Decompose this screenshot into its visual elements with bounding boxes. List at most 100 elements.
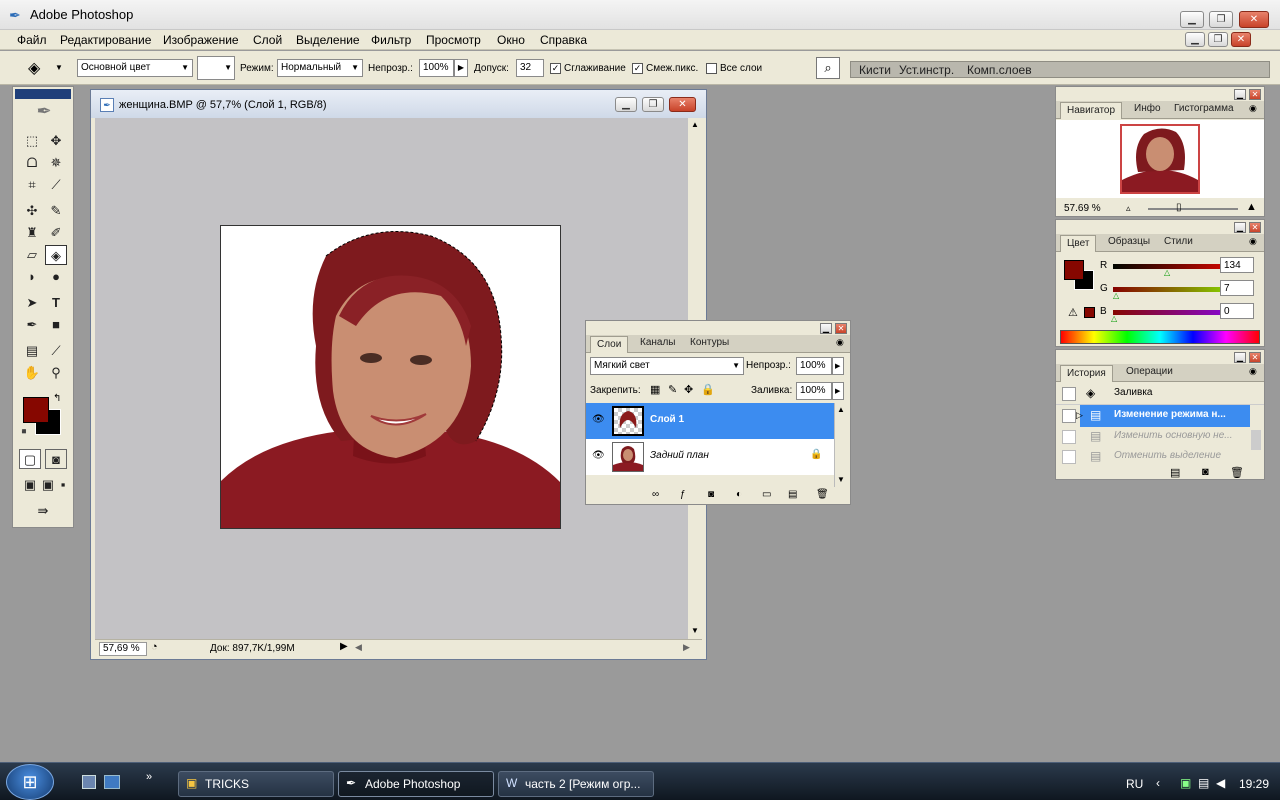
panel-menu-icon[interactable]: ◉ (1249, 236, 1257, 247)
well-tab-tool-presets[interactable]: Уст.инстр. (899, 63, 954, 77)
eyedropper-tool-icon[interactable]: ⟋ (45, 341, 67, 361)
tab-channels[interactable]: Каналы (640, 337, 676, 348)
color-spectrum-bar[interactable] (1060, 330, 1260, 344)
notes-tool-icon[interactable]: ▤ (21, 341, 43, 361)
link-layers-icon[interactable]: ∞ (652, 489, 659, 500)
tool-preset-chevron-icon[interactable]: ▼ (55, 63, 63, 72)
history-item[interactable]: ◈ Заливка (1056, 383, 1264, 405)
antialias-checkbox[interactable]: ✓ (550, 63, 561, 74)
standard-mode-icon[interactable]: ▢ (19, 449, 41, 469)
history-brush-source-box[interactable] (1062, 450, 1076, 464)
history-item-active[interactable]: ▷ ▤ Изменение режима н... (1056, 405, 1264, 427)
color-close-button[interactable]: ✕ (1249, 222, 1261, 233)
menu-file[interactable]: Файл (17, 33, 47, 47)
zoom-slider-track[interactable] (1148, 208, 1238, 210)
menu-layer[interactable]: Слой (253, 33, 282, 47)
lock-pixels-icon[interactable]: ✎ (668, 383, 677, 396)
scroll-down-icon[interactable]: ▼ (691, 626, 699, 635)
panel-menu-icon[interactable]: ◉ (1249, 103, 1257, 114)
scroll-up-icon[interactable]: ▲ (691, 120, 699, 129)
restore-button[interactable]: ❐ (1209, 11, 1233, 28)
zoom-out-icon[interactable]: ▵ (1126, 203, 1131, 214)
clock[interactable]: 19:29 (1239, 777, 1269, 791)
visibility-eye-icon[interactable]: 👁 (592, 414, 605, 425)
history-brush-source-box[interactable] (1062, 387, 1076, 401)
red-input[interactable]: 134 (1220, 257, 1254, 273)
foreground-color-swatch[interactable] (23, 397, 49, 423)
layer-row[interactable]: 👁 Задний план 🔒 (586, 439, 834, 475)
paint-bucket-icon[interactable]: ◈ (28, 58, 40, 78)
color-minimize-button[interactable]: ▁ (1234, 222, 1246, 233)
dodge-tool-icon[interactable]: ● (45, 267, 67, 287)
blue-slider-thumb[interactable]: △ (1111, 314, 1117, 323)
layer-opacity-input[interactable]: 100% (796, 357, 832, 375)
default-colors-icon[interactable]: ◾ (19, 427, 29, 436)
red-slider-thumb[interactable]: △ (1164, 268, 1170, 277)
snapshot-icon[interactable]: ◙ (1202, 466, 1209, 478)
menu-window[interactable]: Окно (497, 33, 525, 47)
eraser-tool-icon[interactable]: ▱ (21, 245, 43, 265)
color-foreground-swatch[interactable] (1064, 260, 1084, 280)
brush-tool-icon[interactable]: ✎ (45, 201, 67, 221)
start-button[interactable]: ⊞ (6, 764, 54, 800)
navigator-thumbnail[interactable] (1120, 124, 1200, 194)
menu-filter[interactable]: Фильтр (371, 33, 411, 47)
layer-fill-input[interactable]: 100% (796, 382, 832, 400)
show-desktop-icon[interactable] (82, 775, 96, 789)
fill-source-select[interactable]: Основной цвет ▼ (77, 59, 193, 77)
clone-stamp-tool-icon[interactable]: ♜ (21, 223, 43, 243)
taskbar-item-tricks[interactable]: ▣ TRICKS (178, 771, 334, 797)
layer-fill-slider-button[interactable]: ▶ (832, 382, 844, 400)
history-item[interactable]: ▤ Изменить основную не... (1056, 427, 1264, 447)
tray-expand-icon[interactable]: ‹ (1156, 776, 1160, 790)
tab-color[interactable]: Цвет (1060, 235, 1097, 252)
image-content[interactable] (220, 225, 561, 529)
document-minimize-button[interactable]: ▁ (615, 97, 637, 112)
document-close-button[interactable]: ✕ (669, 97, 696, 112)
layers-scrollbar[interactable]: ▲ ▼ (834, 403, 848, 487)
all-layers-checkbox[interactable] (706, 63, 717, 74)
file-browser-icon[interactable]: ⌕ (816, 57, 840, 79)
path-selection-tool-icon[interactable]: ➤ (21, 293, 43, 313)
layer-mask-icon[interactable]: ◙ (708, 489, 714, 500)
green-input[interactable]: 7 (1220, 280, 1254, 296)
zoom-in-icon[interactable]: ▲ (1246, 201, 1257, 213)
tab-layers[interactable]: Слои (590, 336, 629, 353)
screen-mode-full-icon[interactable]: ▪ (55, 475, 71, 495)
volume-icon[interactable]: ◀ (1216, 776, 1225, 790)
paint-bucket-tool-icon[interactable]: ◈ (45, 245, 67, 265)
lock-all-icon[interactable]: 🔒 (701, 383, 715, 396)
taskbar-item-word[interactable]: Wчасть 2 [Режим огр... (498, 771, 654, 797)
layer-name[interactable]: Задний план (650, 450, 709, 461)
new-document-from-state-icon[interactable]: ▤ (1170, 466, 1180, 479)
lock-position-icon[interactable]: ✥ (684, 383, 693, 396)
well-tab-layer-comps[interactable]: Комп.слоев (967, 63, 1032, 77)
opacity-slider-button[interactable]: ▶ (454, 59, 468, 77)
visibility-eye-icon[interactable]: 👁 (592, 450, 605, 461)
history-close-button[interactable]: ✕ (1249, 352, 1261, 363)
doc-close-button[interactable]: ✕ (1231, 32, 1251, 47)
scroll-up-icon[interactable]: ▲ (837, 405, 845, 414)
blur-tool-icon[interactable]: ◗ (21, 267, 43, 287)
tab-paths[interactable]: Контуры (690, 337, 729, 348)
menu-help[interactable]: Справка (540, 33, 587, 47)
menu-image[interactable]: Изображение (163, 33, 239, 47)
menu-select[interactable]: Выделение (296, 33, 360, 47)
scroll-left-icon[interactable]: ◀ (355, 642, 362, 653)
layers-close-button[interactable]: ✕ (835, 323, 847, 334)
layer-thumbnail[interactable] (612, 406, 644, 436)
layer-row-active[interactable]: 👁 Слой 1 (586, 403, 834, 439)
lock-transparency-icon[interactable]: ▦ (650, 383, 660, 396)
panel-menu-icon[interactable]: ◉ (1249, 366, 1257, 377)
layer-name[interactable]: Слой 1 (650, 414, 684, 425)
scroll-right-icon[interactable]: ▶ (683, 642, 690, 653)
history-brush-tool-icon[interactable]: ✐ (45, 223, 67, 243)
opacity-input[interactable]: 100% (419, 59, 454, 77)
type-tool-icon[interactable]: T (45, 293, 67, 313)
blend-mode-select[interactable]: Мягкий свет ▼ (590, 357, 744, 375)
tab-history[interactable]: История (1060, 365, 1113, 382)
swap-colors-icon[interactable]: ↰ (53, 393, 61, 404)
tab-actions[interactable]: Операции (1126, 366, 1173, 377)
jump-to-imageready-icon[interactable]: ⇛ (21, 501, 65, 521)
contiguous-checkbox[interactable]: ✓ (632, 63, 643, 74)
